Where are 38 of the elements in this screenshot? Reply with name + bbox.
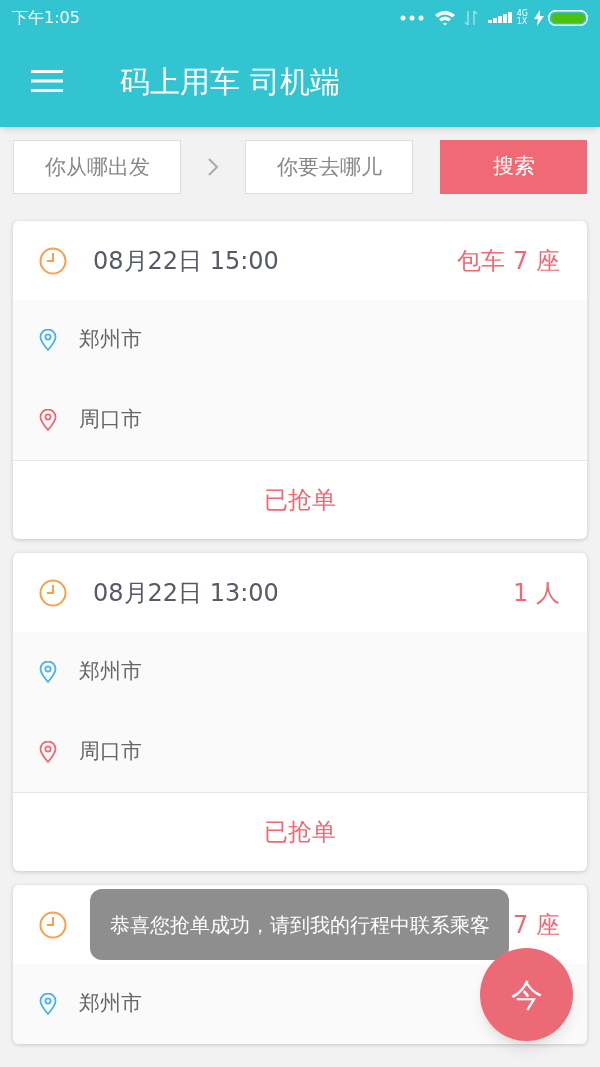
origin-city: 郑州市 xyxy=(79,658,142,686)
location-pin-icon xyxy=(39,329,57,351)
order-status: 已抢单 xyxy=(264,817,336,848)
location-pin-icon xyxy=(39,661,57,683)
network-type: 1X xyxy=(516,17,528,26)
network-type: 4G xyxy=(516,9,528,18)
toast-message: 恭喜您抢单成功，请到我的行程中联系乘客 xyxy=(90,889,509,960)
location-pin-icon xyxy=(39,741,57,763)
menu-icon[interactable] xyxy=(31,70,63,92)
origin-city: 郑州市 xyxy=(79,990,142,1018)
charging-bolt-icon xyxy=(534,9,544,26)
departure-time: 08月22日 13:00 xyxy=(93,577,279,609)
app-title: 码上用车 司机端 xyxy=(120,62,340,101)
destination-city: 周口市 xyxy=(79,738,142,766)
location-pin-icon xyxy=(39,993,57,1015)
clock-icon xyxy=(39,246,67,275)
location-pin-icon xyxy=(39,409,57,431)
order-card[interactable]: 08月22日 15:00 包车 7 座 郑州市 周口市 已抢单 xyxy=(13,221,587,539)
departure-time: 08月22日 15:00 xyxy=(93,245,279,277)
order-status: 已抢单 xyxy=(264,485,336,516)
order-tag: 包车 7 座 xyxy=(457,242,560,279)
destination-field[interactable]: 你要去哪儿 xyxy=(245,140,413,194)
order-tag: 7 座 xyxy=(513,906,560,943)
battery-icon xyxy=(548,9,588,26)
signal-icon xyxy=(487,11,514,24)
data-arrows-icon xyxy=(463,9,478,26)
status-time: 下午1:05 xyxy=(12,6,80,29)
wifi-icon xyxy=(433,9,456,26)
chevron-right-icon xyxy=(207,157,219,177)
origin-city: 郑州市 xyxy=(79,326,142,354)
origin-field[interactable]: 你从哪出发 xyxy=(13,140,181,194)
destination-city: 周口市 xyxy=(79,406,142,434)
order-tag: 1 人 xyxy=(513,574,560,611)
order-card[interactable]: 08月22日 13:00 1 人 郑州市 周口市 已抢单 xyxy=(13,553,587,871)
more-dots-icon xyxy=(399,14,424,21)
clock-icon xyxy=(39,910,67,939)
search-button[interactable]: 搜索 xyxy=(440,140,587,194)
clock-icon xyxy=(39,578,67,607)
